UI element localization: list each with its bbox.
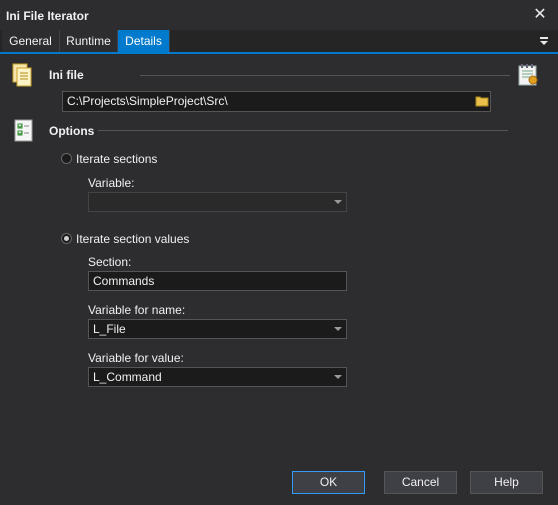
ok-button[interactable]: OK <box>292 471 365 494</box>
ini-file-path-input[interactable]: C:\Projects\SimpleProject\Src\ <box>62 91 491 112</box>
section-input[interactable]: Commands <box>88 271 347 291</box>
iterate-sections-label[interactable]: Iterate sections <box>76 152 157 166</box>
iterate-sections-radio[interactable] <box>61 153 72 164</box>
close-button[interactable]: ✕ <box>530 4 550 24</box>
folder-icon <box>475 96 489 107</box>
tab-menu-button[interactable] <box>537 34 551 48</box>
chevron-down-icon <box>330 320 346 338</box>
close-icon: ✕ <box>533 6 547 23</box>
cancel-button[interactable]: Cancel <box>384 471 457 494</box>
tab-general[interactable]: General <box>2 30 60 52</box>
ini-file-heading: Ini file <box>49 68 84 82</box>
variable-for-value-select[interactable]: L_Command <box>88 367 347 387</box>
chevron-down-icon <box>330 368 346 386</box>
variable-for-value-value: L_Command <box>93 370 162 384</box>
browse-folder-button[interactable] <box>474 93 490 109</box>
variable-for-name-select[interactable]: L_File <box>88 319 347 339</box>
tab-runtime[interactable]: Runtime <box>60 30 118 52</box>
tab-details[interactable]: Details <box>118 30 170 52</box>
options-checklist-icon <box>12 119 36 143</box>
chevron-down-icon <box>330 193 346 211</box>
menu-arrow-icon <box>540 37 548 45</box>
variable-for-name-label: Variable for name: <box>88 303 186 317</box>
notepad-icon[interactable] <box>516 63 540 87</box>
iterate-section-values-label[interactable]: Iterate section values <box>76 232 189 246</box>
iterate-section-values-radio[interactable] <box>61 233 72 244</box>
variable-for-value-label: Variable for value: <box>88 351 184 365</box>
window-title: Ini File Iterator <box>6 9 89 23</box>
ini-file-divider <box>140 75 510 76</box>
variable-label: Variable: <box>88 176 135 190</box>
variable-for-name-value: L_File <box>93 322 126 336</box>
variable-select[interactable] <box>88 192 347 212</box>
help-button[interactable]: Help <box>470 471 543 494</box>
section-label: Section: <box>88 255 132 269</box>
options-divider <box>98 130 508 131</box>
ini-file-icon <box>10 63 34 87</box>
options-heading: Options <box>49 124 95 138</box>
